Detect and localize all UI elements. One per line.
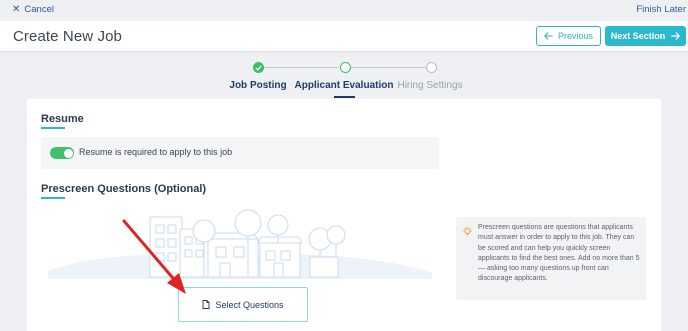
step-current-indicator: [339, 62, 351, 73]
cancel-link[interactable]: ✕ Cancel: [12, 4, 54, 15]
section-underline: [41, 127, 65, 129]
top-bar: ✕ Cancel Finish Later: [0, 0, 688, 21]
resume-required-toggle[interactable]: [50, 147, 74, 159]
next-section-label: Next Section: [610, 31, 666, 41]
page-title: Create New Job: [13, 28, 122, 45]
progress-stepper: Job Posting Applicant Evaluation Hiring …: [0, 58, 688, 98]
active-step-underline: [334, 96, 355, 98]
step-done-icon: [252, 62, 264, 73]
step-applicant-evaluation[interactable]: Applicant Evaluation: [295, 80, 394, 91]
arrow-right-icon: [671, 32, 681, 40]
toggle-knob: [63, 148, 73, 158]
step-connector: [263, 67, 339, 68]
finish-later-link[interactable]: Finish Later: [636, 4, 686, 15]
resume-requirement-row: Resume is required to apply to this job: [41, 137, 439, 169]
document-icon: [203, 300, 210, 309]
previous-button[interactable]: Previous: [536, 26, 601, 46]
arrow-left-icon: [544, 32, 553, 40]
close-icon: ✕: [12, 4, 21, 15]
section-underline: [41, 197, 65, 199]
step-pending-indicator: [425, 62, 437, 73]
next-section-button[interactable]: Next Section: [605, 26, 686, 46]
cancel-label: Cancel: [24, 4, 54, 15]
step-connector: [350, 67, 426, 68]
content-card: Resume Resume is required to apply to th…: [27, 99, 661, 331]
page-header: Create New Job Previous Next Section: [0, 21, 688, 52]
prescreen-tip: Prescreen questions are questions that a…: [456, 217, 646, 300]
step-hiring-settings[interactable]: Hiring Settings: [397, 80, 462, 91]
step-job-posting[interactable]: Job Posting: [229, 80, 286, 91]
lightbulb-icon: [463, 226, 472, 236]
select-questions-button[interactable]: Select Questions: [178, 287, 308, 322]
select-questions-label: Select Questions: [215, 299, 284, 310]
town-illustration: [48, 209, 432, 279]
resume-required-label: Resume is required to apply to this job: [79, 147, 233, 157]
prescreen-tip-text: Prescreen questions are questions that a…: [478, 224, 640, 283]
prescreen-section-title: Prescreen Questions (Optional): [41, 183, 207, 195]
previous-label: Previous: [557, 31, 593, 41]
resume-section-title: Resume: [41, 113, 84, 125]
